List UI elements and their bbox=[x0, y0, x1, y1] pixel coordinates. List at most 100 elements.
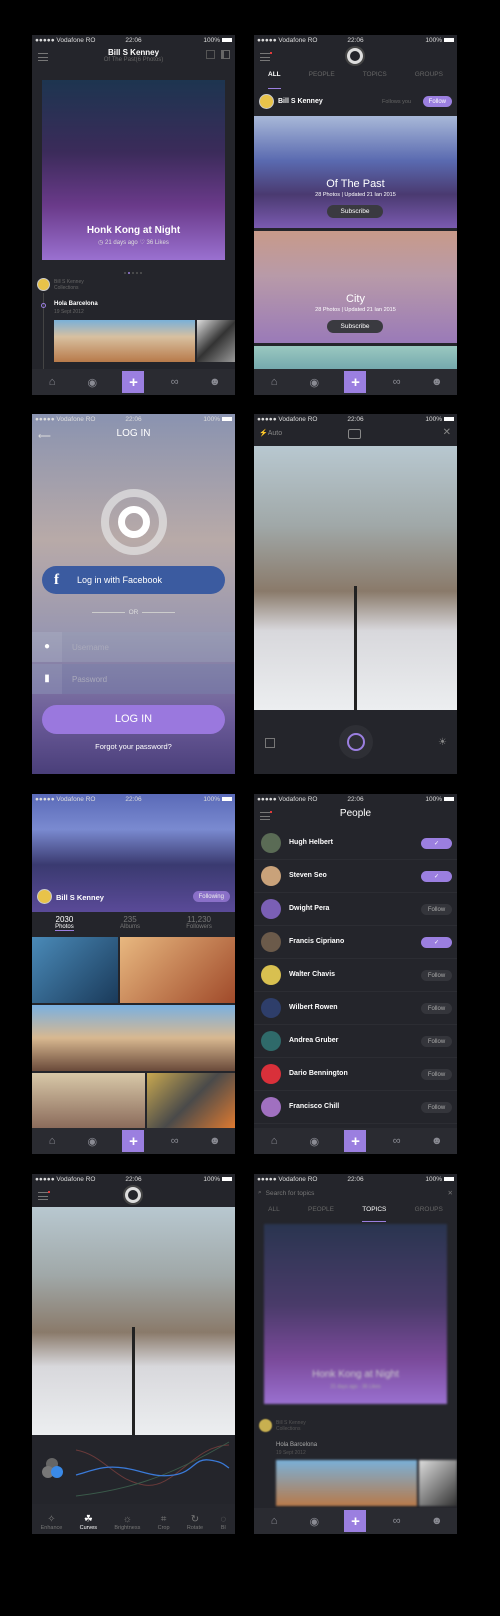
close-icon[interactable]: ✕ bbox=[443, 427, 451, 438]
password-field[interactable]: ▮ Password bbox=[32, 664, 235, 694]
person-name[interactable]: Francisco Chill bbox=[289, 1103, 339, 1110]
follow-button[interactable]: Follow bbox=[421, 1102, 452, 1113]
follow-button[interactable]: Follow bbox=[421, 1036, 452, 1047]
avatar[interactable] bbox=[261, 1064, 281, 1084]
menu-icon[interactable] bbox=[260, 811, 272, 820]
tool-bl[interactable]: ◌ Bl bbox=[220, 1514, 226, 1531]
following-check-button[interactable]: ✓ bbox=[421, 871, 452, 882]
follow-button[interactable]: Follow bbox=[422, 96, 452, 107]
album-photo-bw[interactable] bbox=[197, 320, 235, 362]
person-row[interactable]: Francisco Chill Follow bbox=[254, 1091, 457, 1124]
follow-button[interactable]: Follow bbox=[421, 904, 452, 915]
eye-icon[interactable]: ◉ bbox=[82, 372, 102, 392]
collection-card[interactable]: Of The Past 28 Photos | Updated 21 Ian 2… bbox=[254, 116, 457, 228]
avatar[interactable] bbox=[37, 278, 50, 291]
page-dots[interactable] bbox=[124, 272, 142, 274]
person-name[interactable]: Dario Bennington bbox=[289, 1070, 348, 1077]
eye-icon[interactable]: ◉ bbox=[304, 1131, 324, 1151]
follow-button[interactable]: Follow bbox=[421, 1069, 452, 1080]
rgb-channel-icon[interactable] bbox=[42, 1458, 66, 1480]
tab-people[interactable]: PEOPLE bbox=[308, 1206, 334, 1222]
person-row[interactable]: Wilbert Rowen Follow bbox=[254, 992, 457, 1025]
avatar[interactable] bbox=[37, 889, 52, 904]
binoculars-icon[interactable]: ∞ bbox=[387, 372, 407, 392]
tab-all[interactable]: ALL bbox=[268, 1206, 280, 1222]
grid-icon[interactable] bbox=[206, 50, 215, 59]
home-icon[interactable]: ⌂ bbox=[264, 1131, 284, 1151]
plus-icon[interactable]: + bbox=[344, 1510, 367, 1532]
person-name[interactable]: Walter Chavis bbox=[289, 971, 335, 978]
tool-rotate[interactable]: ↻ Rotate bbox=[187, 1514, 203, 1531]
eye-icon[interactable]: ◉ bbox=[304, 1511, 324, 1531]
person-row[interactable]: Hugh Helbert ✓ bbox=[254, 827, 457, 860]
tab-topics[interactable]: TOPICS bbox=[362, 1206, 387, 1222]
follow-button[interactable]: Follow bbox=[421, 970, 452, 981]
person-row[interactable]: Andrea Gruber Follow bbox=[254, 1025, 457, 1058]
avatar[interactable] bbox=[261, 998, 281, 1018]
stat-photos[interactable]: 2030 Photos bbox=[55, 915, 74, 931]
brightness-icon[interactable]: ☀ bbox=[438, 737, 447, 748]
person-row[interactable]: Steven Seo ✓ bbox=[254, 860, 457, 893]
people-icon[interactable]: ☻ bbox=[427, 1131, 447, 1151]
people-icon[interactable]: ☻ bbox=[427, 372, 447, 392]
following-button[interactable]: Following bbox=[192, 891, 230, 902]
home-icon[interactable]: ⌂ bbox=[42, 372, 62, 392]
card-hongkong[interactable]: Honk Kong at Night ◷ 21 days ago ♡ 36 Li… bbox=[42, 80, 225, 260]
search-input[interactable]: ⌕ Search for topics ✕ bbox=[258, 1186, 453, 1200]
stat-followers[interactable]: 11,230 Followers bbox=[186, 915, 212, 931]
shutter-button[interactable] bbox=[339, 725, 373, 759]
login-button[interactable]: LOG IN bbox=[42, 705, 225, 734]
home-icon[interactable]: ⌂ bbox=[264, 372, 284, 392]
binoculars-icon[interactable]: ∞ bbox=[165, 1131, 185, 1151]
switch-camera-icon[interactable] bbox=[348, 429, 361, 439]
eye-icon[interactable]: ◉ bbox=[82, 1131, 102, 1151]
camera-viewfinder[interactable] bbox=[254, 446, 457, 710]
tab-groups[interactable]: GROUPS bbox=[415, 71, 443, 89]
collection-card[interactable]: City 28 Photos | Updated 21 Ian 2015 Sub… bbox=[254, 231, 457, 343]
photo-thumb[interactable] bbox=[32, 937, 118, 1003]
person-name[interactable]: Hugh Helbert bbox=[289, 839, 333, 846]
flash-toggle[interactable]: ⚡Auto bbox=[259, 429, 282, 437]
avatar[interactable] bbox=[261, 1031, 281, 1051]
person-name[interactable]: Francis Cipriano bbox=[289, 938, 344, 945]
curves-graph[interactable] bbox=[74, 1440, 232, 1498]
tab-groups[interactable]: GROUPS bbox=[415, 1206, 443, 1222]
people-icon[interactable]: ☻ bbox=[427, 1511, 447, 1531]
following-check-button[interactable]: ✓ bbox=[421, 937, 452, 948]
person-name[interactable]: Dwight Pera bbox=[289, 905, 329, 912]
subscribe-button[interactable]: Subscribe bbox=[327, 205, 383, 218]
facebook-login-button[interactable]: f Log in with Facebook bbox=[42, 566, 225, 594]
person-row[interactable]: Francis Cipriano ✓ bbox=[254, 926, 457, 959]
people-icon[interactable]: ☻ bbox=[205, 1131, 225, 1151]
tool-curves[interactable]: ☘ Curves bbox=[80, 1514, 97, 1531]
tool-brightness[interactable]: ☼ Brightness bbox=[114, 1514, 140, 1531]
gallery-icon[interactable] bbox=[265, 738, 275, 748]
username-field[interactable]: ● Username bbox=[32, 632, 235, 662]
person-row[interactable]: Dario Bennington Follow bbox=[254, 1058, 457, 1091]
tool-enhance[interactable]: ✧ Enhance bbox=[41, 1514, 63, 1531]
tool-crop[interactable]: ⌗ Crop bbox=[158, 1514, 170, 1531]
binoculars-icon[interactable]: ∞ bbox=[165, 372, 185, 392]
album-photo-barcelona[interactable] bbox=[54, 320, 195, 362]
clear-icon[interactable]: ✕ bbox=[448, 1189, 453, 1197]
avatar[interactable] bbox=[259, 94, 274, 109]
avatar[interactable] bbox=[261, 833, 281, 853]
person-row[interactable]: Walter Chavis Follow bbox=[254, 959, 457, 992]
binoculars-icon[interactable]: ∞ bbox=[387, 1511, 407, 1531]
avatar[interactable] bbox=[261, 932, 281, 952]
plus-icon[interactable]: + bbox=[122, 1130, 145, 1152]
photo-thumb[interactable] bbox=[120, 937, 235, 1003]
plus-icon[interactable]: + bbox=[122, 371, 145, 393]
avatar[interactable] bbox=[261, 1097, 281, 1117]
person-name[interactable]: Steven Seo bbox=[289, 872, 327, 879]
person-name[interactable]: Wilbert Rowen bbox=[289, 1004, 338, 1011]
home-icon[interactable]: ⌂ bbox=[264, 1511, 284, 1531]
home-icon[interactable]: ⌂ bbox=[42, 1131, 62, 1151]
avatar[interactable] bbox=[261, 866, 281, 886]
following-check-button[interactable]: ✓ bbox=[421, 838, 452, 849]
tab-people[interactable]: PEOPLE bbox=[309, 71, 335, 89]
stat-albums[interactable]: 235 Albums bbox=[120, 915, 140, 931]
people-icon[interactable]: ☻ bbox=[205, 372, 225, 392]
photo-thumb[interactable] bbox=[32, 1005, 235, 1071]
menu-icon[interactable] bbox=[38, 53, 48, 61]
